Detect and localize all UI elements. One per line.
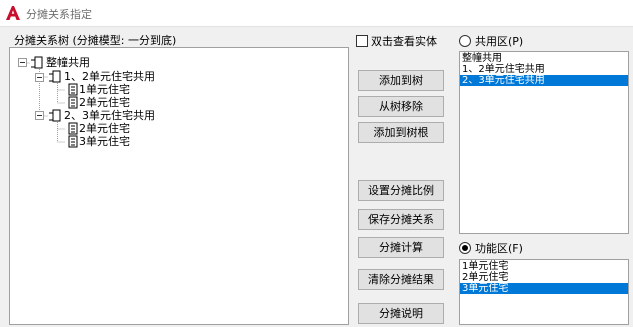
tree-node-label: 3单元住宅 [79,135,130,148]
tree-node-label: 1单元住宅 [79,83,130,96]
save-relation-button[interactable]: 保存分摊关系 [358,209,444,230]
list-item-selected[interactable]: 3单元住宅 [460,283,628,294]
shared-area-radio[interactable] [459,35,471,47]
tree-label: 分摊关系树 (分摊模型: 一分到底) [14,34,177,47]
add-to-root-button[interactable]: 添加到树根 [358,122,444,143]
function-area-label: 功能区(F) [475,242,523,255]
tree-node-label: 1、2单元住宅共用 [64,70,155,83]
double-click-view-checkbox[interactable] [356,35,368,47]
tree-node-label: 2单元住宅 [79,96,130,109]
list-item-selected[interactable]: 2、3单元住宅共用 [460,75,628,86]
tree-node-label: 2单元住宅 [79,122,130,135]
tree-folder-icon [31,56,43,69]
title-bar: 分摊关系指定 [0,0,633,27]
clear-result-button[interactable]: 清除分摊结果 [358,269,444,290]
tree-folder-icon [49,70,61,83]
collapse-toggle[interactable] [18,58,27,67]
shared-area-list[interactable]: 整幢共用 1、2单元住宅共用 2、3单元住宅共用 [459,51,629,234]
allocation-tree[interactable]: 整幢共用 1、2单元住宅共用 1单元住宅 2单元住宅 2、3单元住宅共用 2单元… [9,47,349,325]
collapse-toggle[interactable] [35,111,44,120]
tree-leaf-icon [68,122,78,135]
tree-node-label: 整幢共用 [46,56,90,69]
add-to-tree-button[interactable]: 添加到树 [358,70,444,91]
tree-leaf-icon [68,135,78,148]
tree-connector-lines [22,62,65,143]
tree-node-label: 2、3单元住宅共用 [64,109,155,122]
calculate-button[interactable]: 分摊计算 [358,237,444,258]
set-ratio-button[interactable]: 设置分摊比例 [358,180,444,201]
double-click-view-label: 双击查看实体 [371,35,437,48]
window-title: 分摊关系指定 [26,8,92,21]
autocad-logo-icon [6,6,20,20]
shared-area-label: 共用区(P) [475,35,524,48]
tree-folder-icon [49,109,61,122]
function-area-radio[interactable] [459,242,471,254]
collapse-toggle[interactable] [35,73,44,82]
list-item[interactable]: 2单元住宅 [460,272,628,283]
tree-leaf-icon [68,83,78,96]
function-area-list[interactable]: 1单元住宅 2单元住宅 3单元住宅 [459,259,629,325]
tree-leaf-icon [68,96,78,109]
list-item[interactable]: 整幢共用 [460,53,628,64]
remove-from-tree-button[interactable]: 从树移除 [358,96,444,117]
explain-button[interactable]: 分摊说明 [358,303,444,324]
list-item[interactable]: 1单元住宅 [460,261,628,272]
list-item[interactable]: 1、2单元住宅共用 [460,64,628,75]
